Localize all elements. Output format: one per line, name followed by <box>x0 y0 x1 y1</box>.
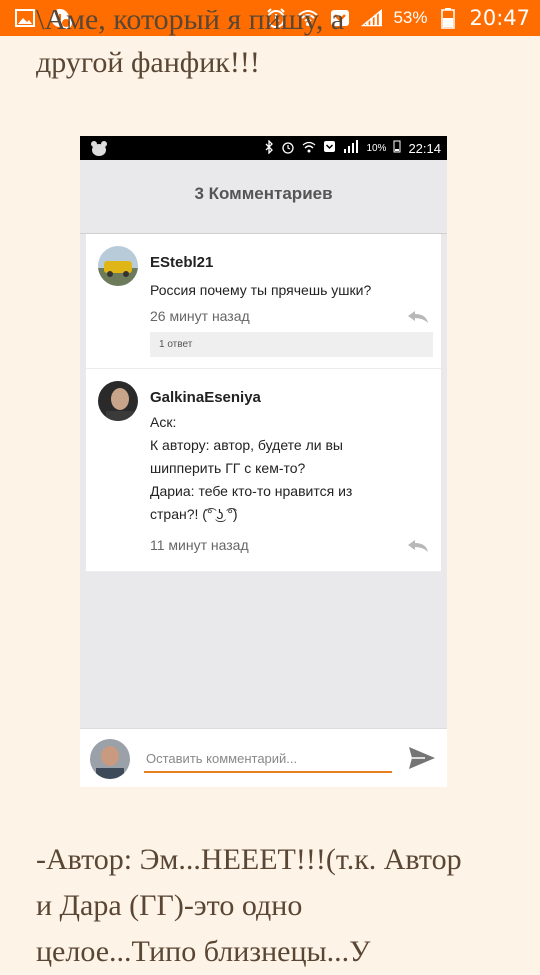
reply-icon[interactable] <box>407 310 429 324</box>
battery-icon <box>393 140 401 156</box>
story-line: другой фанфик!!! <box>36 46 260 79</box>
comment-time: 11 минут назад <box>150 537 249 553</box>
comment-input[interactable] <box>144 745 392 773</box>
avatar[interactable] <box>98 246 138 286</box>
avatar[interactable] <box>90 739 130 779</box>
comment-time: 26 минут назад <box>150 308 250 324</box>
screenshot-status-bar: 10% 22:14 <box>80 136 447 160</box>
comment-compose-bar <box>80 728 447 787</box>
comment-item[interactable]: EStebl21 Россия почему ты прячешь ушки? … <box>86 234 441 369</box>
status-time: 22:14 <box>408 140 441 156</box>
comments-list: EStebl21 Россия почему ты прячешь ушки? … <box>86 234 441 572</box>
bluetooth-icon <box>264 138 274 157</box>
gallery-icon <box>14 7 36 29</box>
comments-title: 3 Комментариев <box>194 184 333 203</box>
wifi-icon <box>302 140 316 157</box>
comments-header: 3 Комментариев <box>80 160 447 234</box>
send-button[interactable] <box>407 745 437 771</box>
battery-percent: 10% <box>366 142 387 154</box>
signal-icon <box>343 140 359 156</box>
comment-text: Аск: К автору: автор, будете ли вы шиппе… <box>150 414 353 522</box>
reply-icon[interactable] <box>407 539 429 553</box>
story-line: целое...Типо близнецы...У <box>36 935 371 968</box>
alarm-icon <box>281 140 295 157</box>
story-line: -Автор: Эм...НЕЕЕТ!!!(т.к. Автор <box>36 843 462 876</box>
avatar[interactable] <box>98 381 138 421</box>
story-text-bottom: -Автор: Эм...НЕЕЕТ!!!(т.к. Автор и Дара … <box>36 837 516 975</box>
bear-icon <box>90 140 108 161</box>
replies-link[interactable]: 1 ответ <box>150 332 433 357</box>
pocket-icon <box>323 140 336 156</box>
story-line: и Дара (ГГ)-это одно <box>36 889 303 922</box>
story-text-top: \Аме, который я пишу, а другой фанфик!!! <box>36 10 516 86</box>
comment-text: Россия почему ты прячешь ушки? <box>150 282 372 298</box>
comment-item[interactable]: GalkinaEseniya Аск: К автору: автор, буд… <box>86 369 441 572</box>
embedded-screenshot: 10% 22:14 3 Комментариев EStebl21 Россия… <box>80 136 447 787</box>
comment-username[interactable]: EStebl21 <box>150 254 213 271</box>
comment-username[interactable]: GalkinaEseniya <box>150 389 261 406</box>
story-clipped-line: \Аме, который я пишу, а <box>36 10 345 36</box>
